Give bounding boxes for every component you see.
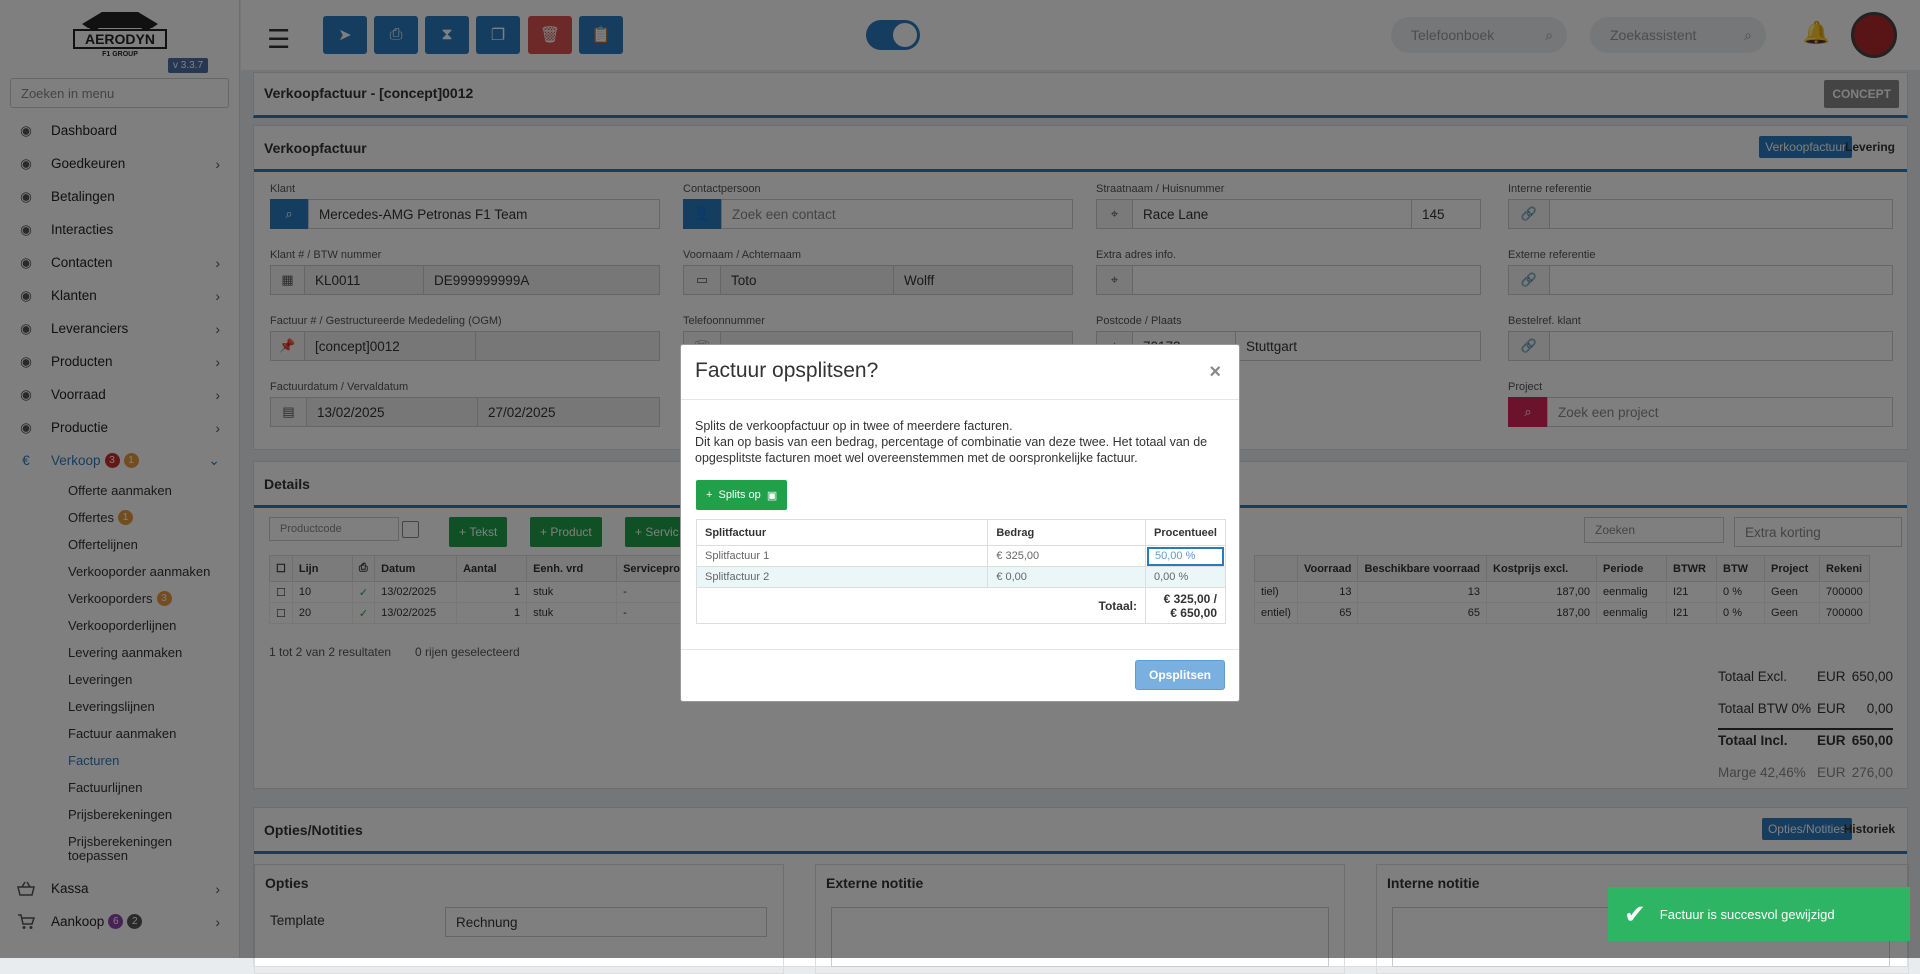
total-value: € 650,00	[1170, 605, 1217, 620]
col-header: Bedrag	[987, 519, 1146, 546]
clipboard-icon: ▣	[760, 489, 778, 502]
toast-message: Factuur is succesvol gewijzigd	[1659, 906, 1835, 922]
split-button-label: Splits op	[718, 489, 761, 501]
success-toast[interactable]: ✔ Factuur is succesvol gewijzigd	[1608, 887, 1910, 941]
split-bedrag[interactable]: € 325,00	[987, 545, 1146, 567]
close-icon[interactable]: ×	[1209, 361, 1221, 384]
opsplitsen-button[interactable]: Opsplitsen	[1134, 660, 1225, 690]
split-invoice-modal: Factuur opsplitsen? × Splits de verkoopf…	[680, 344, 1240, 702]
table-row[interactable]: Splitfactuur 2 € 0,00 0,00 %	[695, 566, 1227, 588]
total-value: € 325,00 /	[1163, 591, 1217, 606]
divider	[681, 649, 1239, 650]
desc-line: Dit kan op basis van een bedrag, percent…	[695, 435, 1208, 465]
split-button[interactable]: + Splits op ▣	[696, 480, 788, 510]
split-bedrag[interactable]: € 0,00	[987, 566, 1146, 588]
split-name: Splitfactuur 2	[695, 566, 989, 588]
plus-icon: +	[706, 489, 719, 501]
desc-line: Splits de verkoopfactuur op in twee of m…	[695, 419, 1013, 433]
total-row: Totaal: € 325,00 / € 650,00	[696, 587, 1227, 624]
table-row[interactable]: Splitfactuur 1 € 325,00 50,00 %	[695, 545, 1227, 567]
divider	[681, 399, 1239, 400]
modal-title: Factuur opsplitsen?	[695, 359, 879, 382]
col-header: Procentueel	[1144, 519, 1227, 546]
split-name: Splitfactuur 1	[695, 545, 989, 567]
split-pct-input[interactable]: 50,00 %	[1146, 546, 1224, 566]
total-label: Totaal:	[696, 587, 1146, 624]
modal-description: Splits de verkoopfactuur op in twee of m…	[695, 418, 1225, 466]
check-icon: ✔	[1624, 898, 1646, 929]
col-header: Splitfactuur	[695, 519, 989, 546]
split-pct[interactable]: 0,00 %	[1144, 566, 1227, 588]
split-table: Splitfactuur Bedrag Procentueel Splitfac…	[695, 519, 1227, 624]
